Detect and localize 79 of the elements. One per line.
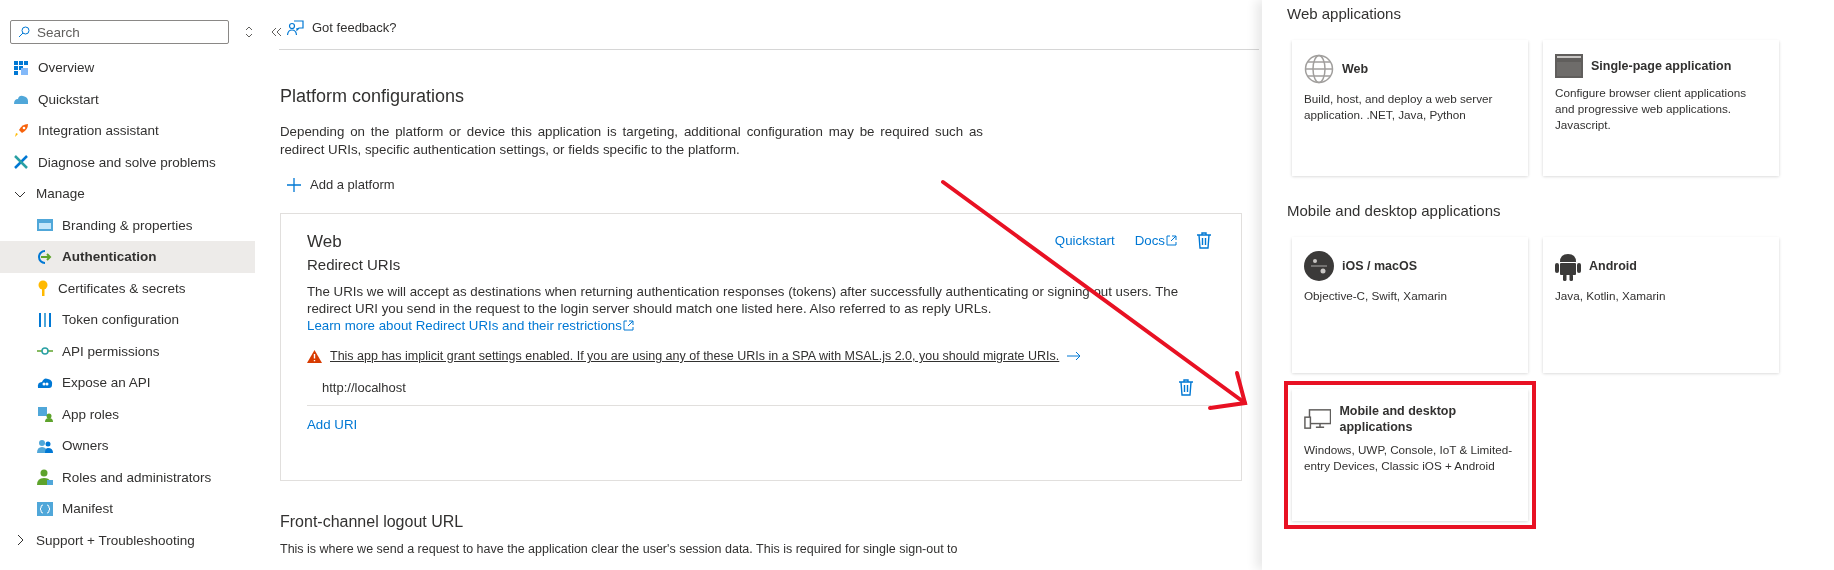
page-heading: Platform configurations — [280, 86, 466, 107]
quickstart-link[interactable]: Quickstart — [1054, 233, 1115, 248]
platform-option-card[interactable]: Mobile and desktop applications Windows, UWP, Console, IoT & Limited-entry Devices, Classic iOS + Android — [1292, 389, 1528, 521]
trash-icon — [1179, 378, 1193, 396]
docs-link[interactable]: Docs — [1134, 233, 1177, 248]
external-link-icon — [1166, 235, 1177, 246]
option-title: Web — [1342, 61, 1369, 77]
nav-item[interactable]: Overview — [0, 52, 255, 84]
card-title: Web — [307, 232, 343, 252]
option-description: Java, Kotlin, Xamarin — [1555, 288, 1667, 304]
key-icon — [37, 280, 49, 297]
rocket-icon — [13, 122, 29, 139]
grid-icon — [13, 59, 29, 76]
section-heading: Web applications — [1287, 5, 1402, 22]
android-icon — [1555, 251, 1581, 281]
nav-item[interactable]: Certificates & secrets — [0, 272, 255, 304]
tools-icon — [13, 154, 29, 171]
warning-icon — [307, 349, 322, 363]
nav-item[interactable]: Support + Troubleshooting — [0, 524, 255, 556]
card-subtitle: Redirect URIs — [307, 256, 401, 273]
option-description: Build, host, and deploy a web server application. .NET, Java, Python — [1304, 91, 1494, 123]
platform-option-card[interactable]: iOS / macOS Objective-C, Swift, Xamarin — [1292, 237, 1528, 373]
nav-item[interactable]: Manifest — [0, 493, 255, 525]
nav-item[interactable]: Diagnose and solve problems — [0, 146, 255, 178]
arrow-right-icon — [1067, 351, 1082, 361]
delete-button[interactable] — [1197, 232, 1211, 249]
nav-item[interactable]: Roles and administrators — [0, 461, 255, 493]
add-platform-button[interactable]: Add a platform — [279, 177, 395, 192]
platform-option-card[interactable]: Web Build, host, and deploy a web server application. .NET, Java, Python — [1292, 40, 1528, 176]
nav-item[interactable]: Branding & properties — [0, 209, 255, 241]
option-title: iOS / macOS — [1342, 258, 1418, 274]
cloud-icon — [37, 375, 53, 390]
option-description: Objective-C, Swift, Xamarin — [1304, 288, 1448, 304]
feedback-icon — [287, 19, 304, 36]
person-icon — [37, 469, 53, 486]
devices-icon — [1304, 408, 1332, 430]
platform-option-card[interactable]: Single-page application Configure browser client applications and progressive web applications. Javascript. — [1543, 40, 1779, 176]
logout-description: This is where we send a request to have the application clear the user's session data. This is required for single sign-out to — [280, 542, 959, 556]
add-uri-link[interactable]: Add URI — [307, 417, 358, 432]
double-chevron-left-icon — [271, 27, 283, 37]
option-description: Configure browser client applications and progressive web applications. Javascript. — [1555, 85, 1747, 133]
platform-option-card[interactable]: Android Java, Kotlin, Xamarin — [1543, 237, 1779, 373]
section-heading: Front-channel logout URL — [280, 513, 465, 531]
trash-icon — [1197, 232, 1211, 249]
description-text: Depending on the platform or device this application is targeting, additional configuration may be required such as redirect URIs, specific authentication settings, or fields specific to the platform. — [280, 123, 983, 159]
window-icon — [37, 218, 53, 233]
plus-icon — [287, 177, 301, 192]
nav-item[interactable]: API permissions — [0, 335, 255, 367]
bars-icon — [37, 311, 53, 328]
nav-item[interactable]: Expose an API — [0, 367, 255, 399]
sign-in-icon — [37, 248, 53, 265]
nav-item[interactable]: App roles — [0, 398, 255, 430]
uri-text: http://localhost — [322, 379, 406, 395]
people-icon — [37, 438, 53, 453]
option-title: Mobile and desktop applications — [1339, 403, 1458, 435]
nav-item[interactable]: Quickstart — [0, 83, 255, 115]
grid-person-icon — [37, 406, 53, 423]
search-icon — [18, 26, 30, 38]
sort-icon — [245, 26, 253, 38]
nav-item[interactable]: Token configuration — [0, 304, 255, 336]
sort-button[interactable] — [243, 24, 255, 40]
option-description: Windows, UWP, Console, IoT & Limited-entry Devices, Classic iOS + Android — [1304, 442, 1514, 474]
feedback-button[interactable]: Got feedback? — [279, 19, 397, 36]
delete-uri-button[interactable] — [1179, 378, 1193, 396]
braces-icon — [37, 501, 53, 516]
connector-icon — [37, 346, 53, 357]
browser-window-icon — [1555, 54, 1583, 78]
nav-item[interactable]: Integration assistant — [0, 115, 255, 147]
option-title: Android — [1589, 258, 1637, 274]
nav-item[interactable]: Owners — [0, 430, 255, 462]
search-field[interactable]: Search — [10, 20, 229, 44]
section-heading: Mobile and desktop applications — [1287, 202, 1502, 219]
option-title: Single-page application — [1591, 58, 1732, 74]
globe-icon — [1304, 54, 1334, 84]
warning-link[interactable]: This app has implicit grant settings enabled. If you are using any of these URIs in a SPA with MSAL.js 2.0, you should migrate URIs. — [330, 349, 1060, 363]
nav-item[interactable]: Manage — [0, 178, 255, 210]
nav-item[interactable]: Authentication — [0, 241, 255, 273]
learn-more-link[interactable]: Learn more about Redirect URIs and their restrictions — [307, 318, 634, 333]
external-link-icon — [622, 320, 634, 331]
